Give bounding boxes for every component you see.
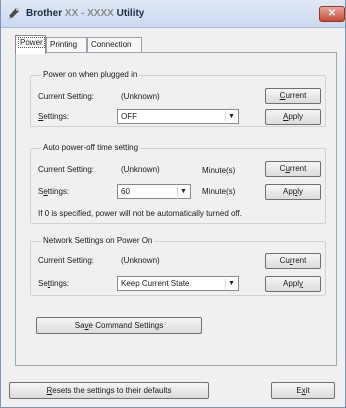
auto-off-note: If 0 is specified, power will not be aut… xyxy=(38,209,242,218)
tab-printing[interactable]: Printing xyxy=(46,37,87,53)
auto-off-current-value: (Unknown) xyxy=(121,165,160,174)
auto-off-selected-value: 60 xyxy=(121,187,130,196)
utility-window: Brother XX - XXXX Utility ✕ Power Printi… xyxy=(0,0,346,408)
network-current-value: (Unknown) xyxy=(121,256,160,265)
power-on-apply-button[interactable]: Apply xyxy=(265,109,321,125)
network-apply-button[interactable]: Apply xyxy=(265,276,321,292)
network-current-label: Current Setting: xyxy=(38,256,95,265)
network-selected-value: Keep Current State xyxy=(121,279,190,288)
auto-off-current-label: Current Setting: xyxy=(38,165,95,174)
dropdown-arrow-icon: ▼ xyxy=(177,186,189,197)
auto-off-group-title: Auto power-off time setting xyxy=(41,143,141,152)
network-current-button[interactable]: Current xyxy=(265,253,321,269)
dropdown-arrow-icon: ▼ xyxy=(225,111,237,122)
auto-off-apply-button[interactable]: Apply xyxy=(265,184,321,200)
tab-power[interactable]: Power xyxy=(15,35,46,54)
title-bar: Brother XX - XXXX Utility ✕ xyxy=(1,0,345,28)
auto-off-settings-label: Settings: xyxy=(38,187,70,196)
save-command-settings-button[interactable]: Save Command Settings xyxy=(36,317,202,334)
reset-defaults-button[interactable]: Resets the settings to their defaults xyxy=(9,382,209,399)
brother-app-icon xyxy=(9,8,19,19)
dropdown-arrow-icon: ▼ xyxy=(225,278,237,289)
close-icon: ✕ xyxy=(327,8,337,19)
power-on-current-value: (Unknown) xyxy=(121,92,160,101)
network-settings-select[interactable]: Keep Current State ▼ xyxy=(117,276,239,291)
power-on-group-title: Power on when plugged in xyxy=(41,70,140,79)
power-tab-panel: Power on when plugged in Current Setting… xyxy=(15,52,337,366)
network-settings-label: Settings: xyxy=(38,279,70,288)
power-on-selected-value: OFF xyxy=(121,112,137,121)
auto-off-unit-setting: Minute(s) xyxy=(202,187,236,196)
auto-off-unit-current: Minute(s) xyxy=(202,166,236,175)
auto-off-current-button[interactable]: Current xyxy=(265,161,321,177)
power-on-settings-label: Settings: xyxy=(38,112,70,121)
auto-off-group: Auto power-off time setting Current Sett… xyxy=(30,143,326,224)
power-on-current-button[interactable]: Current xyxy=(265,88,321,104)
network-group-title: Network Settings on Power On xyxy=(41,236,155,245)
window-title: Brother XX - XXXX Utility xyxy=(26,8,145,19)
power-on-group: Power on when plugged in Current Setting… xyxy=(30,70,326,127)
exit-button[interactable]: Exit xyxy=(271,382,335,399)
auto-off-minutes-select[interactable]: 60 ▼ xyxy=(117,184,191,199)
tab-connection[interactable]: Connection xyxy=(87,37,142,53)
close-button[interactable]: ✕ xyxy=(319,6,345,22)
power-on-settings-select[interactable]: OFF ▼ xyxy=(117,109,239,124)
power-on-current-label: Current Setting: xyxy=(38,92,95,101)
network-group: Network Settings on Power On Current Set… xyxy=(30,236,326,296)
